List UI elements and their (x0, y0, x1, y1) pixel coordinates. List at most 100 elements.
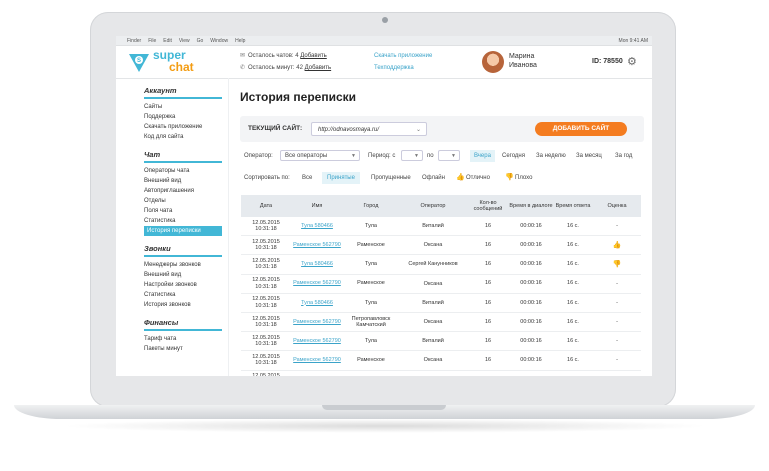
visitor-link[interactable]: Раменское 562790 (293, 357, 341, 363)
svg-text:S: S (137, 58, 141, 64)
current-site-bar: ТЕКУЩИЙ САЙТ: http://odnavosmaya.ru/ ⌄ Д… (240, 116, 644, 142)
sort-excellent[interactable]: Отлично (466, 172, 490, 184)
cell-name: Раменское 562790 (291, 357, 343, 364)
sidebar-item-support[interactable]: Поддержка (144, 112, 222, 122)
table-row[interactable]: 12.05.2015 10:31:18 Тула 580466 Тула Сергей … (241, 255, 641, 275)
download-app-link[interactable]: Скачать приложение (374, 50, 432, 62)
sidebar-item-sites[interactable]: Сайты (144, 102, 222, 112)
cell-date: 12.05.201510:31:18 (241, 354, 291, 367)
operator-select[interactable]: Все операторы ▼ (280, 150, 360, 161)
visitor-link[interactable]: Тула 580466 (301, 223, 333, 229)
cell-city: Тула (365, 222, 377, 229)
col-operator[interactable]: Оператор (399, 203, 467, 209)
table-row[interactable]: 12.05.201510:31:18Тула 580466ТулаВиталий… (241, 294, 641, 313)
history-table: Дата Имя Город Оператор Кол-во сообщений… (241, 195, 641, 376)
date-to-select[interactable]: ▼ (438, 150, 460, 161)
sidebar-item-download-app[interactable]: Скачать приложение (144, 122, 222, 132)
sidebar-item-call-appearance[interactable]: Внешний вид (144, 270, 222, 280)
sidebar-item-chat-tariff[interactable]: Тариф чата (144, 334, 222, 344)
chevron-down-icon: ⌄ (415, 127, 421, 133)
visitor-link[interactable]: Раменское 562790 (293, 242, 341, 248)
thumbs-down-icon: 👎 (505, 174, 514, 181)
menu-view[interactable]: View (179, 38, 190, 44)
visitor-link[interactable]: Раменское 562790 (293, 338, 341, 344)
period-yesterday[interactable]: Вчера (470, 150, 495, 162)
period-today[interactable]: Сегодня (502, 150, 525, 162)
cell-name: Раменское 562790 (291, 280, 343, 287)
sort-offline[interactable]: Офлайн (422, 172, 445, 184)
col-city[interactable]: Город (343, 203, 399, 210)
cell-rating: - (593, 281, 641, 287)
table-row[interactable]: 12.05.2015 10:31:18 Раменское 562790 Тула Ви… (241, 332, 641, 352)
period-year[interactable]: За год (615, 150, 632, 162)
thumbs-down-icon: 👎 (612, 261, 622, 269)
cell-name: Тула 580466 (291, 261, 343, 268)
col-date[interactable]: Дата (241, 203, 291, 210)
col-dialog-time[interactable]: Время в диалоге (509, 203, 553, 210)
visitor-link[interactable]: Раменское 562790 (293, 280, 341, 286)
support-link[interactable]: Техподдержка (374, 62, 432, 74)
sort-missed[interactable]: Пропущенные (371, 172, 411, 184)
table-row[interactable]: 12.05.201510:31:18Тула 580466ТулаВиталий… (241, 217, 641, 237)
sidebar-item-chat-stats[interactable]: Статистика (144, 216, 222, 226)
sidebar-item-call-managers[interactable]: Менеджеры звонков (144, 260, 222, 270)
sidebar-item-chat-appearance[interactable]: Внешний вид (144, 176, 222, 186)
cell-response-time: 16 с. (567, 222, 579, 229)
sort-accepted[interactable]: Принятые (322, 172, 360, 184)
cell-dialog-time: 00:00:16 (520, 242, 542, 249)
add-site-button[interactable]: ДОБАВИТЬ САЙТ (535, 122, 627, 136)
menu-file[interactable]: File (148, 38, 156, 44)
table-row[interactable]: 12.05.2015 10:31:18 Раменское 562790 Раменс… (241, 236, 641, 256)
menu-go[interactable]: Go (197, 38, 204, 44)
col-messages[interactable]: Кол-во сообщений (467, 200, 509, 213)
date-from-select[interactable]: ▼ (401, 150, 423, 161)
sidebar-item-site-code[interactable]: Код для сайта (144, 132, 222, 142)
table-row[interactable]: 12.05.201510:31:18Тула 580466ТулаВиталий… (241, 371, 641, 376)
sidebar-item-call-stats[interactable]: Статистика (144, 290, 222, 300)
cell-rating: - (593, 338, 641, 344)
table-row[interactable]: 12.05.2015 10:31:18 Раменское 562790 Петроп… (241, 313, 641, 333)
cell-operator: Оксана (423, 357, 443, 364)
menu-window[interactable]: Window (210, 38, 228, 44)
cell-rating: - (593, 319, 641, 325)
menu-help[interactable]: Help (235, 38, 245, 44)
laptop-shadow (60, 419, 710, 433)
user-last-name: Иванова (509, 62, 537, 69)
sidebar-item-departments[interactable]: Отделы (144, 196, 222, 206)
visitor-link[interactable]: Раменское 562790 (293, 319, 341, 325)
col-rating[interactable]: Оценка (593, 203, 641, 209)
minutes-left: Осталось минут: 42 (248, 65, 303, 71)
cell-dialog-time: 00:00:16 (520, 299, 542, 306)
visitor-link[interactable]: Тула 580466 (301, 261, 333, 267)
table-row[interactable]: 12.05.2015 10:31:18 Раменское 562790 Раменс… (241, 351, 641, 371)
operator-select-value: Все операторы (285, 153, 328, 159)
sidebar-item-chat-history[interactable]: История переписки (144, 226, 222, 236)
add-chats-link[interactable]: Добавить (300, 53, 327, 59)
period-month[interactable]: За месяц (576, 150, 602, 162)
sort-all[interactable]: Все (302, 172, 312, 184)
menu-edit[interactable]: Edit (163, 38, 172, 44)
site-select[interactable]: http://odnavosmaya.ru/ ⌄ (311, 122, 427, 136)
avatar[interactable] (482, 51, 504, 73)
sidebar-item-call-settings[interactable]: Настройки звонков (144, 280, 222, 290)
sidebar-item-chat-fields[interactable]: Поля чата (144, 206, 222, 216)
logo[interactable]: S super chat (128, 49, 212, 77)
sidebar-item-minute-packs[interactable]: Пакеты минут (144, 344, 222, 354)
app-header: S super chat ✉ Осталось чатов: 4 Добавить… (116, 46, 652, 79)
sidebar-item-chat-operators[interactable]: Операторы чата (144, 166, 222, 176)
sidebar-item-call-history[interactable]: История звонков (144, 300, 222, 310)
table-row[interactable]: 12.05.2015 10:31:18 Раменское 562790 Раменс… (241, 275, 641, 294)
menu-finder[interactable]: Finder (127, 38, 141, 44)
col-name[interactable]: Имя (291, 203, 343, 210)
sidebar-item-auto-invites[interactable]: Автоприглашения (144, 186, 222, 196)
period-week[interactable]: За неделю (536, 150, 566, 162)
gear-icon[interactable]: ⚙ (627, 55, 637, 68)
sort-bad[interactable]: Плохо (515, 172, 532, 184)
rating-none: - (616, 338, 618, 345)
visitor-link[interactable]: Тула 580466 (301, 300, 333, 306)
cell-date: 12.05.201510:31:18 (241, 335, 291, 348)
rating-none: - (616, 319, 618, 326)
col-response-time[interactable]: Время ответа (553, 203, 593, 210)
sort-label: Сортировать по: (244, 175, 290, 181)
add-minutes-link[interactable]: Добавить (305, 65, 332, 71)
